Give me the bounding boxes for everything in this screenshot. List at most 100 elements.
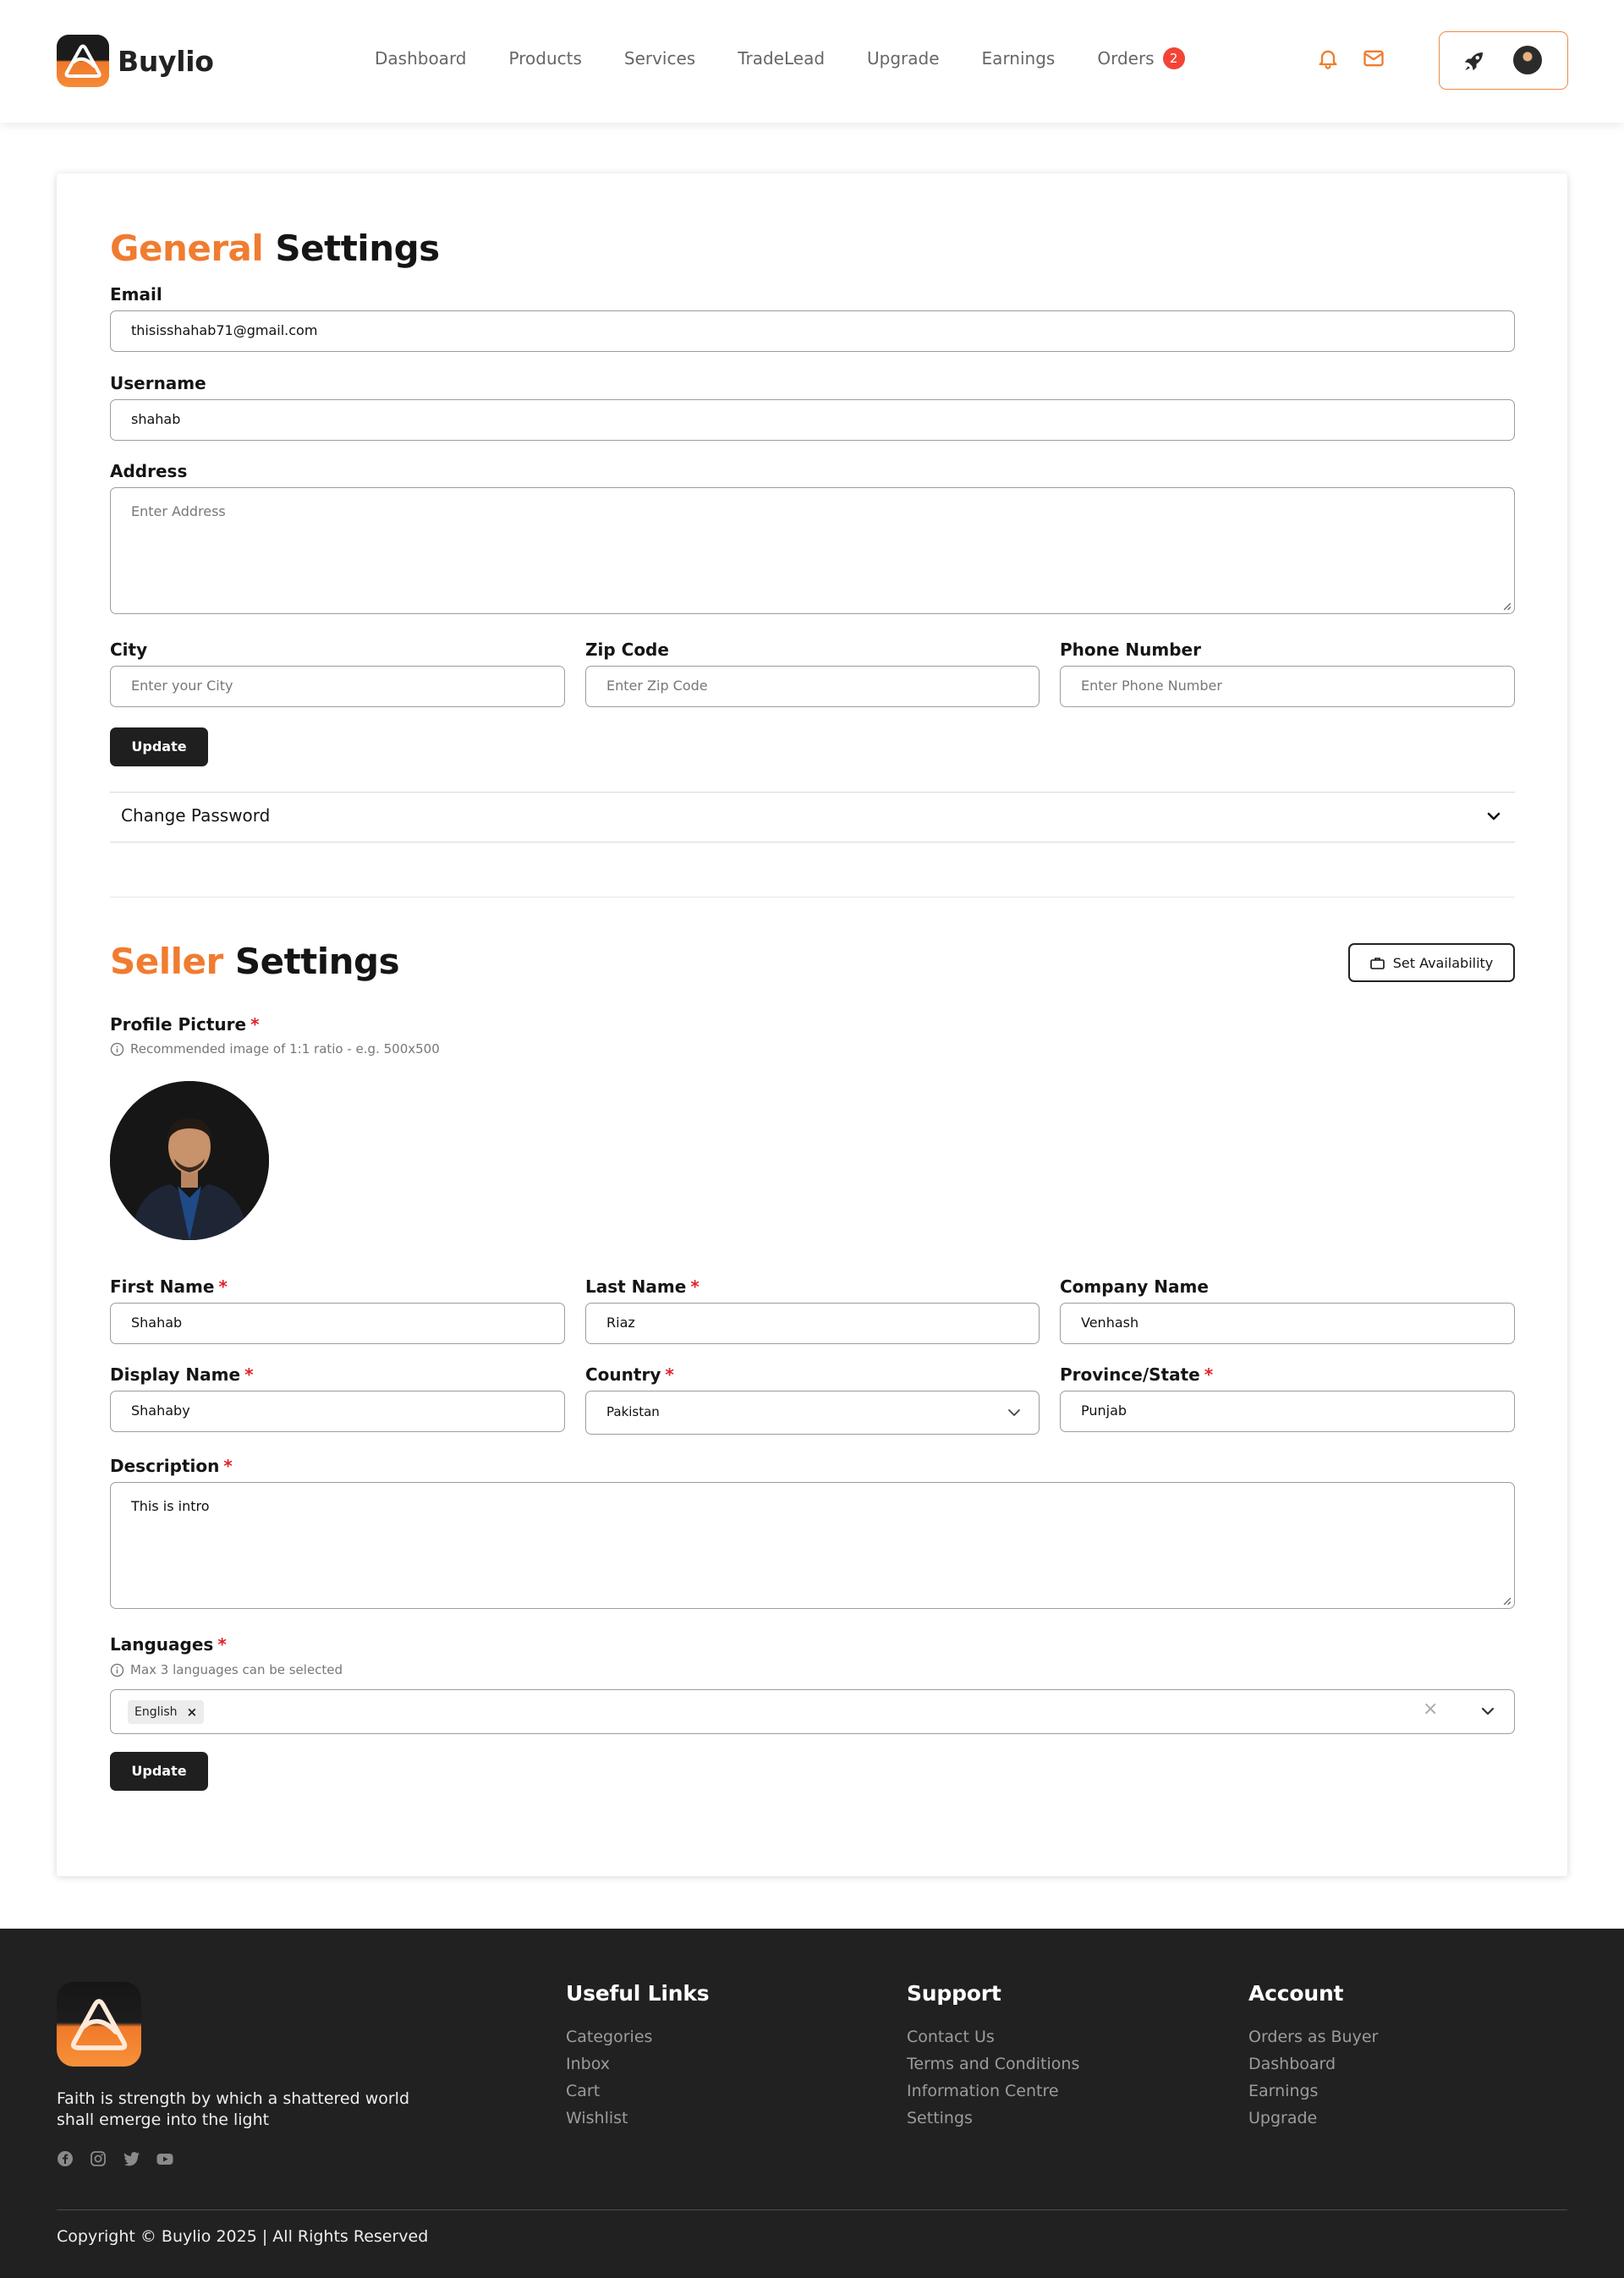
required-mark: *	[223, 1456, 233, 1476]
profile-picture-label: Profile Picture *	[110, 1014, 260, 1035]
display-name-field[interactable]: Shahaby	[110, 1391, 565, 1432]
footer-link-contact-us[interactable]: Contact Us	[907, 2023, 1079, 2050]
footer-link-categories[interactable]: Categories	[566, 2023, 710, 2050]
languages-hint-text: Max 3 languages can be selected	[130, 1662, 343, 1677]
last-name-field[interactable]: Riaz	[585, 1303, 1040, 1344]
email-field[interactable]: thisisshahab71@gmail.com	[110, 310, 1515, 352]
footer-link-inbox[interactable]: Inbox	[566, 2050, 710, 2078]
languages-multiselect[interactable]: English × ×	[110, 1689, 1515, 1734]
bell-icon[interactable]	[1316, 47, 1341, 72]
profile-picture-label-text: Profile Picture	[110, 1014, 247, 1035]
rocket-icon	[1462, 48, 1487, 77]
footer-link-settings[interactable]: Settings	[907, 2105, 1079, 2132]
description-textarea[interactable]: This is intro	[110, 1482, 1515, 1609]
profile-picture-hint: Recommended image of 1:1 ratio - e.g. 50…	[110, 1041, 440, 1057]
mail-icon[interactable]	[1362, 47, 1387, 72]
remove-chip-icon[interactable]: ×	[187, 1704, 198, 1720]
required-mark: *	[250, 1014, 260, 1035]
brand-name: Buylio	[118, 44, 214, 78]
title-rest-text: Settings	[275, 228, 440, 269]
nav-upgrade[interactable]: Upgrade	[867, 48, 940, 69]
city-label: City	[110, 639, 148, 660]
required-mark: *	[217, 1634, 227, 1655]
languages-hint: Max 3 languages can be selected	[110, 1662, 343, 1677]
profile-picture-upload[interactable]	[110, 1081, 269, 1240]
change-password-label: Change Password	[121, 805, 271, 826]
twitter-icon[interactable]	[123, 2150, 140, 2167]
country-select[interactable]: Pakistan	[585, 1391, 1040, 1435]
user-avatar	[1513, 46, 1542, 74]
nav-earnings[interactable]: Earnings	[982, 48, 1056, 69]
footer-logo-icon[interactable]	[57, 1982, 141, 2067]
nav-products[interactable]: Products	[509, 48, 582, 69]
first-name-field[interactable]: Shahab	[110, 1303, 565, 1344]
chevron-down-icon	[1487, 812, 1501, 821]
resize-grip-icon[interactable]	[1502, 1596, 1512, 1606]
chevron-down-icon[interactable]	[1480, 1704, 1495, 1719]
city-input[interactable]: Enter your City	[110, 666, 565, 707]
display-name-label: Display Name *	[110, 1364, 254, 1385]
resize-grip-icon[interactable]	[1502, 601, 1512, 611]
title-rest-text: Settings	[234, 941, 400, 982]
footer-link-orders-as-buyer[interactable]: Orders as Buyer	[1248, 2023, 1378, 2050]
footer-link-cart[interactable]: Cart	[566, 2078, 710, 2105]
address-label: Address	[110, 461, 188, 481]
footer-link-wishlist[interactable]: Wishlist	[566, 2105, 710, 2132]
info-icon	[110, 1663, 124, 1677]
set-availability-button[interactable]: Set Availability	[1348, 943, 1515, 982]
zip-code-input[interactable]: Enter Zip Code	[585, 666, 1040, 707]
divider	[110, 842, 1515, 843]
display-name-label-text: Display Name	[110, 1364, 241, 1385]
info-icon	[110, 1042, 124, 1056]
province-label-text: Province/State	[1060, 1364, 1200, 1385]
change-password-accordion[interactable]: Change Password	[110, 792, 1515, 842]
instagram-icon[interactable]	[90, 2150, 107, 2167]
email-label: Email	[110, 284, 162, 305]
general-update-button[interactable]: Update	[110, 727, 208, 766]
username-label: Username	[110, 373, 206, 393]
footer-divider	[57, 2209, 1567, 2210]
province-state-field[interactable]: Punjab	[1060, 1391, 1515, 1432]
footer-link-information-centre[interactable]: Information Centre	[907, 2078, 1079, 2105]
briefcase-icon	[1369, 957, 1385, 969]
orders-count-badge: 2	[1162, 47, 1185, 69]
youtube-icon[interactable]	[156, 2150, 173, 2167]
nav-tradelead[interactable]: TradeLead	[738, 48, 825, 69]
account-menu-button[interactable]	[1439, 31, 1568, 90]
brand-home-link[interactable]: Buylio	[57, 35, 214, 87]
profile-hint-text: Recommended image of 1:1 ratio - e.g. 50…	[130, 1041, 440, 1057]
phone-number-label: Phone Number	[1060, 639, 1201, 660]
copyright-text: Copyright © Buylio 2025 | All Rights Res…	[57, 2227, 429, 2246]
seller-settings-title: Seller Settings	[110, 941, 400, 982]
required-mark: *	[1204, 1364, 1214, 1385]
required-mark: *	[665, 1364, 674, 1385]
province-state-label: Province/State *	[1060, 1364, 1213, 1385]
nav-orders[interactable]: Orders 2	[1097, 47, 1185, 69]
languages-label: Languages *	[110, 1634, 227, 1655]
company-name-label: Company Name	[1060, 1276, 1209, 1297]
footer-link-earnings[interactable]: Earnings	[1248, 2078, 1378, 2105]
footer-column-support: Support Contact Us Terms and Conditions …	[907, 1981, 1079, 2132]
footer-link-upgrade[interactable]: Upgrade	[1248, 2105, 1378, 2132]
seller-update-button[interactable]: Update	[110, 1752, 208, 1791]
phone-number-input[interactable]: Enter Phone Number	[1060, 666, 1515, 707]
footer-column-useful-links: Useful Links Categories Inbox Cart Wishl…	[566, 1981, 710, 2132]
languages-label-text: Languages	[110, 1634, 214, 1655]
address-textarea[interactable]: Enter Address	[110, 487, 1515, 614]
company-name-field[interactable]: Venhash	[1060, 1303, 1515, 1344]
description-label-text: Description	[110, 1456, 220, 1476]
settings-card: General Settings Email thisisshahab71@gm…	[57, 173, 1567, 1876]
footer-link-terms[interactable]: Terms and Conditions	[907, 2050, 1079, 2078]
main-nav: Dashboard Products Services TradeLead Up…	[375, 47, 1185, 69]
buylio-logo-icon	[57, 35, 109, 87]
username-field[interactable]: shahab	[110, 399, 1515, 441]
nav-orders-label: Orders	[1097, 48, 1155, 69]
required-mark: *	[244, 1364, 254, 1385]
footer-link-dashboard[interactable]: Dashboard	[1248, 2050, 1378, 2078]
facebook-icon[interactable]	[57, 2150, 74, 2167]
country-label: Country *	[585, 1364, 674, 1385]
nav-dashboard[interactable]: Dashboard	[375, 48, 467, 69]
footer-column-title: Support	[907, 1981, 1001, 2006]
clear-selection-icon[interactable]: ×	[1423, 1699, 1438, 1720]
nav-services[interactable]: Services	[624, 48, 695, 69]
